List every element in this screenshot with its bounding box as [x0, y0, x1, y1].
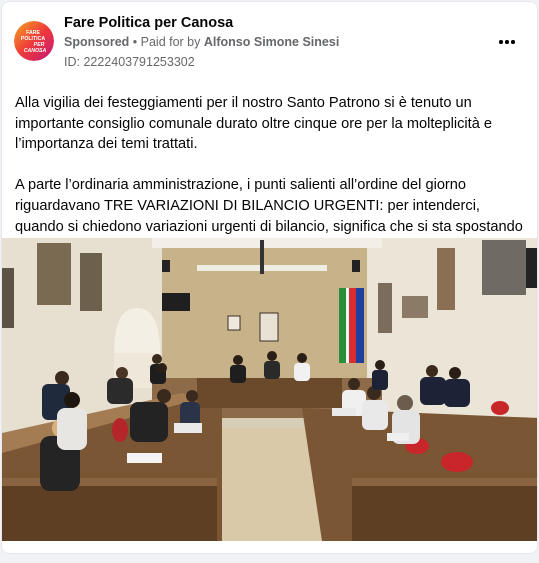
more-options-button[interactable]: [495, 32, 519, 52]
post-paragraph-1: Alla vigilia dei festeggiamenti per il n…: [15, 95, 492, 153]
logo-text-canosa: CANOSA: [24, 48, 47, 54]
page-name-link[interactable]: Fare Politica per Canosa: [64, 15, 233, 31]
sponsored-post-card: FARE POLITICA PER CANOSA Fare Politica p…: [1, 1, 538, 554]
post-header: FARE POLITICA PER CANOSA Fare Politica p…: [2, 2, 537, 82]
more-horizontal-icon: [498, 40, 516, 44]
paid-for-text: Paid for by: [140, 35, 204, 49]
sponsored-info: Sponsored • Paid for by Alfonso Simone S…: [64, 35, 339, 49]
sponsor-name: Alfonso Simone Sinesi: [203, 35, 340, 49]
ad-id: ID: 2222403791253302: [64, 55, 195, 69]
sponsored-label[interactable]: Sponsored: [64, 35, 129, 49]
separator-dot: •: [129, 35, 141, 49]
post-photo-council-chamber[interactable]: [2, 238, 538, 541]
page-avatar[interactable]: FARE POLITICA PER CANOSA: [14, 21, 54, 61]
